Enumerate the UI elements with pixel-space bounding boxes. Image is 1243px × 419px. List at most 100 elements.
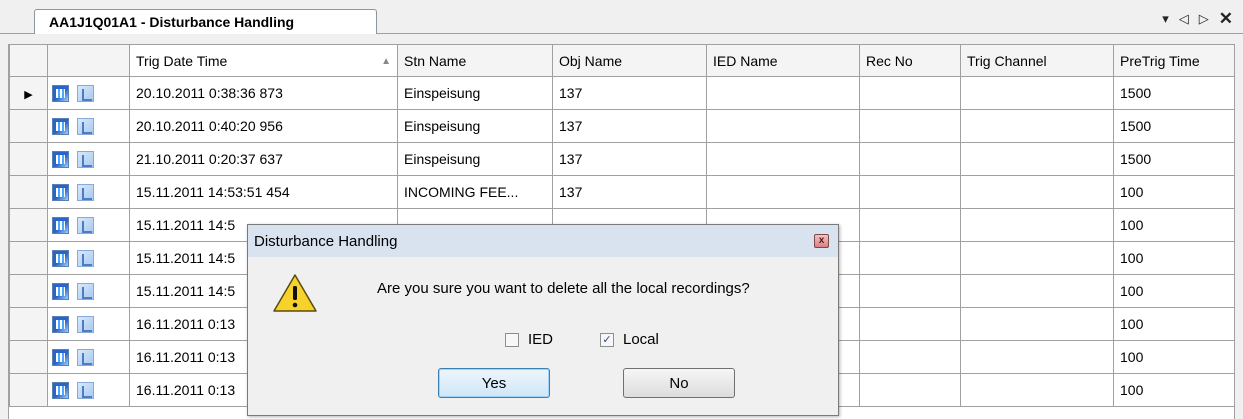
table-cell[interactable]: 20.10.2011 0:38:36 873 <box>129 76 398 110</box>
table-cell[interactable] <box>859 76 961 110</box>
table-cell[interactable] <box>859 142 961 176</box>
table-cell[interactable] <box>706 109 860 143</box>
analyze-recording-icon[interactable] <box>77 282 94 300</box>
row-header[interactable] <box>9 241 48 275</box>
analyze-recording-icon[interactable] <box>77 216 94 234</box>
table-cell[interactable] <box>960 175 1114 209</box>
table-cell[interactable]: 100 <box>1113 340 1234 374</box>
view-recording-icon[interactable] <box>52 117 69 135</box>
table-cell[interactable]: Einspeisung <box>397 142 553 176</box>
table-cell[interactable]: INCOMING FEE... <box>397 175 553 209</box>
row-header[interactable] <box>9 340 48 374</box>
analyze-recording-icon[interactable] <box>77 117 94 135</box>
table-cell[interactable] <box>706 76 860 110</box>
dialog-close-button[interactable]: x <box>814 234 829 248</box>
row-header[interactable] <box>9 307 48 341</box>
table-cell[interactable] <box>960 76 1114 110</box>
tab-disturbance-handling[interactable]: AA1J1Q01A1 - Disturbance Handling <box>34 9 377 34</box>
table-cell[interactable] <box>706 175 860 209</box>
scroll-left-icon[interactable]: ◁ <box>1179 11 1189 27</box>
table-cell[interactable]: 137 <box>552 175 707 209</box>
view-recording-icon[interactable] <box>52 249 69 267</box>
table-row[interactable]: 20.10.2011 0:40:20 956 Einspeisung 137 1500 <box>9 109 1234 143</box>
table-cell[interactable]: 100 <box>1113 373 1234 407</box>
table-cell[interactable] <box>859 109 961 143</box>
view-recording-icon[interactable] <box>52 84 69 102</box>
local-checkbox[interactable]: ✓ Local <box>600 331 659 348</box>
table-row[interactable]: ▶ 20.10.2011 0:38:36 873 Einspeisung 137 150… <box>9 76 1234 110</box>
scroll-right-icon[interactable]: ▷ <box>1199 11 1209 27</box>
view-recording-icon[interactable] <box>52 282 69 300</box>
table-cell[interactable]: 100 <box>1113 241 1234 275</box>
column-header-rec-no[interactable]: Rec No <box>859 44 961 77</box>
analyze-recording-icon[interactable] <box>77 150 94 168</box>
no-button[interactable]: No <box>623 368 735 398</box>
table-cell[interactable]: 100 <box>1113 175 1234 209</box>
table-cell[interactable] <box>960 208 1114 242</box>
table-cell[interactable]: Einspeisung <box>397 76 553 110</box>
column-header-trig-channel[interactable]: Trig Channel <box>960 44 1114 77</box>
column-header-obj-name[interactable]: Obj Name <box>552 44 707 77</box>
row-header[interactable] <box>9 274 48 308</box>
analyze-recording-icon[interactable] <box>77 315 94 333</box>
table-cell[interactable]: 21.10.2011 0:20:37 637 <box>129 142 398 176</box>
row-header[interactable] <box>9 109 48 143</box>
view-recording-icon[interactable] <box>52 150 69 168</box>
table-cell[interactable]: 100 <box>1113 307 1234 341</box>
row-header[interactable] <box>9 175 48 209</box>
dropdown-icon[interactable]: ▾ <box>1162 11 1169 27</box>
yes-button[interactable]: Yes <box>438 368 550 398</box>
table-cell[interactable]: 1500 <box>1113 109 1234 143</box>
table-cell[interactable] <box>859 175 961 209</box>
ied-checkbox-box[interactable] <box>505 332 519 347</box>
table-cell[interactable] <box>960 142 1114 176</box>
column-header-ied-name[interactable]: IED Name <box>706 44 860 77</box>
ied-checkbox[interactable]: IED <box>505 331 553 348</box>
table-cell[interactable] <box>960 307 1114 341</box>
table-cell[interactable] <box>859 340 961 374</box>
view-recording-icon[interactable] <box>52 381 69 399</box>
table-cell[interactable]: 100 <box>1113 274 1234 308</box>
table-cell[interactable]: Einspeisung <box>397 109 553 143</box>
analyze-recording-icon[interactable] <box>77 183 94 201</box>
close-icon[interactable]: ✕ <box>1219 10 1233 27</box>
table-cell[interactable] <box>706 142 860 176</box>
column-header-stn-name[interactable]: Stn Name <box>397 44 553 77</box>
table-cell[interactable]: 1500 <box>1113 142 1234 176</box>
column-header-trig-date-time[interactable]: Trig Date Time ▲ <box>129 44 398 77</box>
table-cell[interactable]: 15.11.2011 14:53:51 454 <box>129 175 398 209</box>
table-cell[interactable]: 100 <box>1113 208 1234 242</box>
local-checkbox-box[interactable]: ✓ <box>600 332 614 347</box>
analyze-recording-icon[interactable] <box>77 348 94 366</box>
table-cell[interactable]: 137 <box>552 76 707 110</box>
row-header[interactable]: ▶ <box>9 76 48 110</box>
column-header-pretrig-time[interactable]: PreTrig Time <box>1113 44 1234 77</box>
table-row[interactable]: 21.10.2011 0:20:37 637 Einspeisung 137 1500 <box>9 142 1234 176</box>
row-header[interactable] <box>9 142 48 176</box>
table-cell[interactable]: 137 <box>552 142 707 176</box>
row-header[interactable] <box>9 373 48 407</box>
view-recording-icon[interactable] <box>52 348 69 366</box>
analyze-recording-icon[interactable] <box>77 381 94 399</box>
table-cell[interactable] <box>859 208 961 242</box>
table-cell[interactable]: 20.10.2011 0:40:20 956 <box>129 109 398 143</box>
view-recording-icon[interactable] <box>52 216 69 234</box>
table-cell[interactable] <box>960 109 1114 143</box>
table-cell[interactable] <box>859 241 961 275</box>
analyze-recording-icon[interactable] <box>77 84 94 102</box>
row-header[interactable] <box>9 208 48 242</box>
table-cell[interactable] <box>960 274 1114 308</box>
table-cell[interactable] <box>960 340 1114 374</box>
view-recording-icon[interactable] <box>52 183 69 201</box>
table-cell[interactable]: 137 <box>552 109 707 143</box>
view-recording-icon[interactable] <box>52 315 69 333</box>
table-cell[interactable] <box>960 241 1114 275</box>
table-cell[interactable] <box>960 373 1114 407</box>
table-cell[interactable] <box>859 373 961 407</box>
analyze-recording-icon[interactable] <box>77 249 94 267</box>
table-row[interactable]: 15.11.2011 14:53:51 454 INCOMING FEE... 13… <box>9 175 1234 209</box>
table-cell[interactable]: 1500 <box>1113 76 1234 110</box>
table-cell[interactable] <box>859 307 961 341</box>
table-cell[interactable] <box>859 274 961 308</box>
document-tab-strip: AA1J1Q01A1 - Disturbance Handling ▾ ◁ ▷ … <box>0 0 1243 34</box>
